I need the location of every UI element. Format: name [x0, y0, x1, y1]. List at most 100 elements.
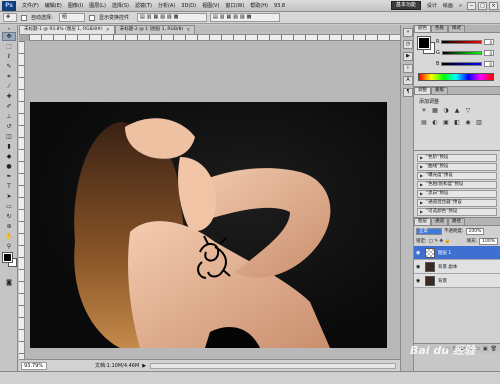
curves-icon[interactable]: ◑: [442, 107, 450, 115]
tab-swatches[interactable]: 色板: [431, 25, 448, 32]
dodge-tool-icon[interactable]: ●: [2, 162, 16, 171]
quick-select-tool-icon[interactable]: ✎: [2, 62, 16, 71]
color-balance-icon[interactable]: ◐: [431, 119, 439, 127]
preset-curves[interactable]: ▶ "曲线"预设: [417, 163, 497, 171]
expand-icon[interactable]: ▶: [420, 164, 423, 170]
layer-row-background-copy[interactable]: ◉ 背景 副本: [414, 260, 500, 274]
new-group-icon[interactable]: ▭: [475, 346, 480, 352]
stamp-tool-icon[interactable]: ⊥: [2, 112, 16, 121]
close-button[interactable]: ×: [489, 1, 498, 10]
layer-row-layer1[interactable]: ◉ 图层 1: [414, 246, 500, 260]
tab-adjustments[interactable]: 调整: [414, 87, 431, 94]
zoom-level[interactable]: 93.8: [271, 0, 288, 12]
menu-edit[interactable]: 编辑(E): [42, 0, 65, 12]
close-tab-icon[interactable]: ×: [186, 26, 190, 34]
preset-hue-saturation[interactable]: ▶ "色相/饱和度"预设: [417, 181, 497, 189]
blue-slider[interactable]: B 0: [436, 59, 494, 68]
menu-window[interactable]: 窗口(W): [222, 0, 247, 12]
brightness-icon[interactable]: ☀: [420, 107, 428, 115]
menu-file[interactable]: 文件(F): [19, 0, 42, 12]
document-tab-1[interactable]: 未标题-1 @ 93.8% (图层 1, RGB/8#) ×: [19, 25, 115, 34]
color-swatches[interactable]: [2, 252, 17, 267]
move-tool-icon[interactable]: ✥: [2, 32, 16, 41]
lock-icons[interactable]: □ ✎ ✥ 🔒: [429, 239, 451, 244]
menu-view[interactable]: 视图(V): [199, 0, 222, 12]
3d-rotate-tool-icon[interactable]: ↻: [2, 212, 16, 221]
eye-icon[interactable]: ◉: [416, 264, 422, 270]
invert-icon[interactable]: ▥: [475, 119, 483, 127]
zoom-field[interactable]: 93.79%: [21, 361, 47, 370]
red-slider[interactable]: R 0: [436, 37, 494, 46]
green-value[interactable]: 0: [484, 49, 494, 56]
zoom-tool-icon[interactable]: ⚲: [2, 242, 16, 251]
brush-tool-icon[interactable]: ✐: [2, 102, 16, 111]
preset-black-white[interactable]: ▶ "黑白"预设: [417, 190, 497, 198]
tab-color[interactable]: 颜色: [414, 25, 431, 32]
workspace-paint[interactable]: 绘画: [440, 0, 456, 12]
foreground-color-swatch[interactable]: [417, 36, 431, 50]
preset-channel-mixer[interactable]: ▶ "通道混合器"预设: [417, 199, 497, 207]
menu-help[interactable]: 帮助(H): [247, 0, 271, 12]
collapse-icon[interactable]: »: [2, 26, 16, 31]
actions-panel-icon[interactable]: ▶: [403, 52, 413, 61]
vibrance-icon[interactable]: ▽: [464, 107, 472, 115]
menu-layer[interactable]: 图层(L): [86, 0, 109, 12]
green-bar[interactable]: [441, 50, 482, 55]
channel-mixer-icon[interactable]: ◉: [464, 119, 472, 127]
green-slider[interactable]: G 0: [436, 48, 494, 57]
healing-tool-icon[interactable]: ✚: [2, 92, 16, 101]
new-layer-icon[interactable]: ▣: [483, 346, 488, 352]
eraser-tool-icon[interactable]: ◫: [2, 132, 16, 141]
workspace-more[interactable]: »: [456, 0, 465, 12]
blue-value[interactable]: 0: [484, 60, 494, 67]
levels-icon[interactable]: ▦: [431, 107, 439, 115]
3d-orbit-tool-icon[interactable]: ⊛: [2, 222, 16, 231]
history-panel-icon[interactable]: ◷: [403, 40, 413, 49]
character-panel-icon[interactable]: A: [403, 76, 413, 85]
maximize-button[interactable]: □: [478, 1, 487, 10]
auto-select-dropdown[interactable]: 组: [59, 13, 86, 22]
document-tab-2[interactable]: 未标题-2 @ 1 (图层 1, RGB/8) ×: [114, 25, 196, 34]
expand-icon[interactable]: ▶: [420, 200, 423, 206]
path-select-tool-icon[interactable]: ➤: [2, 192, 16, 201]
photo-woman-with-tattoo[interactable]: [30, 102, 387, 348]
hand-tool-icon[interactable]: ✋: [2, 232, 16, 241]
crop-tool-icon[interactable]: ⌗: [2, 72, 16, 81]
lasso-tool-icon[interactable]: ℓ: [2, 52, 16, 61]
info-panel-icon[interactable]: i: [403, 64, 413, 73]
auto-select-checkbox[interactable]: [21, 14, 27, 21]
red-bar[interactable]: [441, 39, 482, 44]
blend-mode-dropdown[interactable]: 正常: [416, 227, 442, 235]
hue-saturation-icon[interactable]: ▤: [420, 119, 428, 127]
expand-icon[interactable]: ▶: [420, 182, 423, 188]
expand-icon[interactable]: ▶: [420, 191, 423, 197]
menu-3d[interactable]: 3D(D): [178, 0, 199, 12]
eyedropper-tool-icon[interactable]: ⁄: [2, 82, 16, 91]
menu-filter[interactable]: 滤镜(T): [132, 0, 155, 12]
black-white-icon[interactable]: ▣: [442, 119, 450, 127]
panel-collapse-icon[interactable]: »: [403, 28, 413, 37]
tab-layers[interactable]: 图层: [414, 218, 431, 225]
photo-filter-icon[interactable]: ◧: [453, 119, 461, 127]
gradient-tool-icon[interactable]: ▮: [2, 142, 16, 151]
marquee-tool-icon[interactable]: ⬚: [2, 42, 16, 51]
quick-mask-icon[interactable]: ◙: [2, 278, 16, 287]
blue-bar[interactable]: [441, 61, 482, 66]
pen-tool-icon[interactable]: ✒: [2, 172, 16, 181]
show-transform-checkbox[interactable]: [89, 14, 96, 21]
color-spectrum[interactable]: [418, 73, 494, 81]
tab-masks[interactable]: 蒙版: [431, 87, 448, 94]
eye-icon[interactable]: ◉: [416, 250, 422, 256]
align-icons[interactable]: ▤▥▦▧▨▩: [137, 13, 208, 22]
expand-icon[interactable]: ▶: [420, 173, 423, 179]
expand-icon[interactable]: ▶: [420, 155, 423, 161]
close-tab-icon[interactable]: ×: [106, 26, 110, 34]
tab-styles[interactable]: 样式: [448, 25, 465, 32]
foreground-color-swatch[interactable]: [2, 252, 13, 263]
preset-selective-color[interactable]: ▶ "可选颜色"预设: [417, 208, 497, 216]
distribute-icons[interactable]: ▤▥▦▧▨▩: [210, 13, 281, 22]
opacity-field[interactable]: 100%: [465, 227, 485, 235]
layer-row-background[interactable]: ◉ 背景: [414, 274, 500, 288]
preset-exposure[interactable]: ▶ "曝光度"预设: [417, 172, 497, 180]
blur-tool-icon[interactable]: ◆: [2, 152, 16, 161]
